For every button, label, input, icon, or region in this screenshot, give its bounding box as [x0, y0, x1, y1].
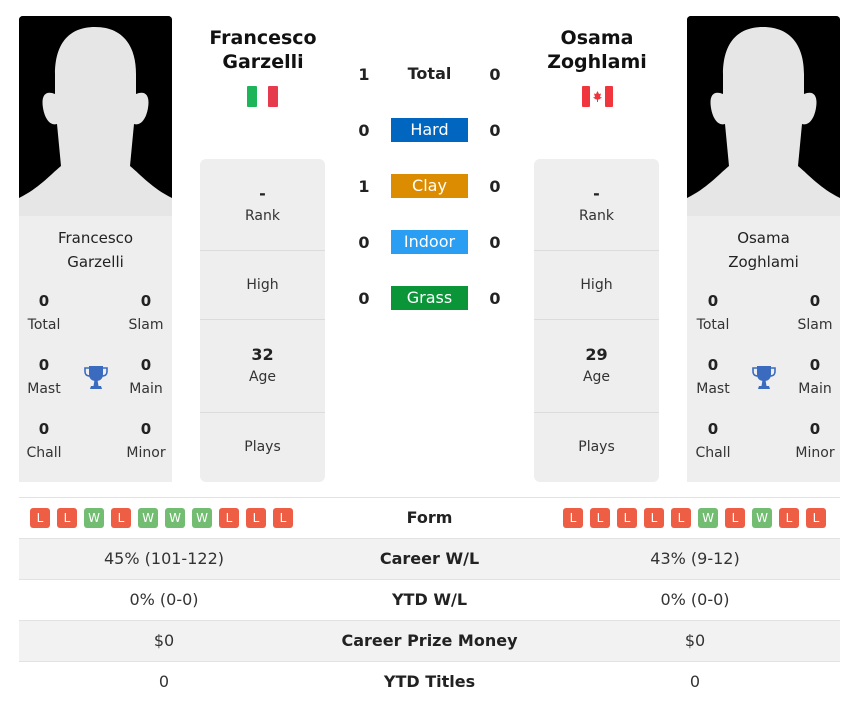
- loss-badge[interactable]: L: [246, 508, 266, 528]
- player2-ytd-wl: 0% (0-0): [660, 590, 730, 609]
- player2-h2h-indoor: 0: [489, 233, 501, 252]
- player1-photo: [19, 16, 172, 216]
- player2-titles-chall: 0 Chall: [695, 420, 731, 461]
- loss-badge[interactable]: L: [806, 508, 826, 528]
- player1-h2h-total: 1: [358, 65, 370, 84]
- player1-plays: Plays: [244, 439, 281, 455]
- italy-flag-icon: [247, 86, 278, 107]
- player1-titles-chall: 0 Chall: [26, 420, 62, 461]
- player1-ytd-titles: 0: [158, 672, 170, 691]
- loss-badge[interactable]: L: [57, 508, 77, 528]
- player1-h2h-indoor: 0: [358, 233, 370, 252]
- surface-label-hard: Hard: [391, 118, 468, 142]
- career-prize-row: $0 Career Prize Money $0: [19, 620, 840, 661]
- win-badge[interactable]: W: [84, 508, 104, 528]
- loss-badge[interactable]: L: [671, 508, 691, 528]
- player2-career-wl: 43% (9-12): [650, 549, 740, 568]
- win-badge[interactable]: W: [192, 508, 212, 528]
- win-badge[interactable]: W: [138, 508, 158, 528]
- player1-card: Francesco Garzelli 0 Total 0 Slam 0 Mast…: [19, 16, 172, 482]
- player1-ytd-wl: 0% (0-0): [129, 590, 199, 609]
- player1-titles-slam: 0 Slam: [128, 292, 164, 333]
- player1-rank-box: - Rank High 32 Age Plays: [200, 159, 325, 482]
- ytd-wl-label: YTD W/L: [391, 590, 468, 609]
- h2h-row-indoor: 0 Indoor 0: [340, 230, 520, 256]
- silhouette-icon: [687, 16, 840, 216]
- player2-titles-total: 0 Total: [696, 292, 730, 333]
- player1-titles-main: 0 Main: [129, 356, 163, 397]
- loss-badge[interactable]: L: [725, 508, 745, 528]
- h2h-row-hard: 0 Hard 0: [340, 118, 520, 144]
- loss-badge[interactable]: L: [273, 508, 293, 528]
- silhouette-icon: [19, 16, 172, 216]
- loss-badge[interactable]: L: [644, 508, 664, 528]
- player2-h2h-hard: 0: [489, 121, 501, 140]
- player1-h2h-hard: 0: [358, 121, 370, 140]
- surface-label-indoor: Indoor: [391, 230, 468, 254]
- player1-career-prize: $0: [153, 631, 175, 650]
- loss-badge[interactable]: L: [590, 508, 610, 528]
- player2-name-link[interactable]: Osama Zoghlami: [522, 26, 672, 74]
- loss-badge[interactable]: L: [219, 508, 239, 528]
- trophy-icon: [751, 364, 777, 392]
- loss-badge[interactable]: L: [779, 508, 799, 528]
- player1-rank: - Rank: [200, 159, 325, 251]
- player2-rank-box: - Rank High 29 Age Plays: [534, 159, 659, 482]
- player2-form: LLLLLWLWLL: [563, 508, 826, 528]
- career-wl-label: Career W/L: [379, 549, 480, 568]
- surface-label-total: Total: [407, 64, 452, 83]
- player2-high: High: [534, 251, 659, 320]
- player2-h2h-clay: 0: [489, 177, 501, 196]
- loss-badge[interactable]: L: [111, 508, 131, 528]
- player2-photo: [687, 16, 840, 216]
- player1-h2h-grass: 0: [358, 289, 370, 308]
- player1-age: 32 Age: [200, 320, 325, 413]
- player2-ytd-titles: 0: [689, 672, 701, 691]
- player2-card: Osama Zoghlami 0 Total 0 Slam 0 Mast 0 M…: [687, 16, 840, 482]
- player1-titles-mast: 0 Mast: [27, 356, 61, 397]
- player2-titles-main: 0 Main: [798, 356, 832, 397]
- ytd-wl-row: 0% (0-0) YTD W/L 0% (0-0): [19, 579, 840, 620]
- player2-card-name: Osama Zoghlami: [728, 229, 799, 271]
- win-badge[interactable]: W: [752, 508, 772, 528]
- loss-badge[interactable]: L: [30, 508, 50, 528]
- form-label: Form: [406, 508, 453, 527]
- player2-age: 29 Age: [534, 320, 659, 413]
- career-prize-label: Career Prize Money: [341, 631, 518, 650]
- canada-flag-icon: [582, 86, 613, 107]
- player2-rank: - Rank: [534, 159, 659, 251]
- player1-titles-total: 0 Total: [27, 292, 61, 333]
- player2-titles-mast: 0 Mast: [696, 356, 730, 397]
- player2-plays: Plays: [578, 439, 615, 455]
- surface-label-clay: Clay: [391, 174, 468, 198]
- ytd-titles-label: YTD Titles: [383, 672, 476, 691]
- player1-career-wl: 45% (101-122): [104, 549, 224, 568]
- player1-form: LLWLWWWLLL: [30, 508, 293, 528]
- player1-titles-minor: 0 Minor: [126, 420, 166, 461]
- surface-label-grass: Grass: [391, 286, 468, 310]
- h2h-row-clay: 1 Clay 0: [340, 174, 520, 200]
- trophy-icon: [83, 364, 109, 392]
- h2h-row-grass: 0 Grass 0: [340, 286, 520, 312]
- career-wl-row: 45% (101-122) Career W/L 43% (9-12): [19, 538, 840, 579]
- player2-h2h-total: 0: [489, 65, 501, 84]
- player2-titles-slam: 0 Slam: [797, 292, 833, 333]
- player1-name-link[interactable]: Francesco Garzelli: [188, 26, 338, 74]
- form-row: LLWLWWWLLL Form LLLLLWLWLL: [19, 497, 840, 538]
- player1-card-name: Francesco Garzelli: [57, 229, 134, 271]
- win-badge[interactable]: W: [698, 508, 718, 528]
- player2-career-prize: $0: [684, 631, 706, 650]
- player2-h2h-grass: 0: [489, 289, 501, 308]
- ytd-titles-row: 0 YTD Titles 0: [19, 661, 840, 702]
- h2h-row-total: 1 Total 0: [340, 62, 520, 88]
- player1-h2h-clay: 1: [358, 177, 370, 196]
- loss-badge[interactable]: L: [617, 508, 637, 528]
- win-badge[interactable]: W: [165, 508, 185, 528]
- loss-badge[interactable]: L: [563, 508, 583, 528]
- player1-high: High: [200, 251, 325, 320]
- player2-titles-minor: 0 Minor: [795, 420, 835, 461]
